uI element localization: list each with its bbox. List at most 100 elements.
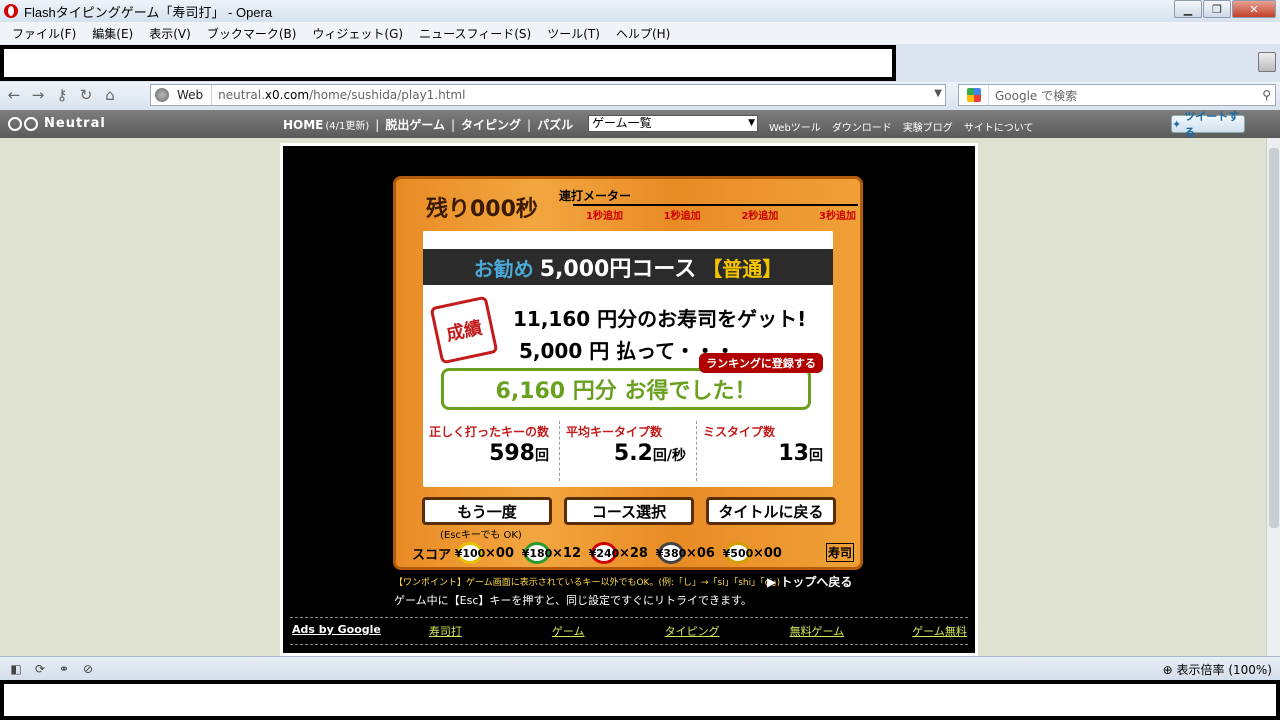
scrollbar[interactable] [1266,138,1280,656]
score-label: スコア [412,547,452,563]
link-about[interactable]: サイトについて [964,119,1034,134]
url-path: /home/sushida/play1.html [309,88,466,102]
site-nav: HOME (4/1更新) | 脱出ゲーム | タイピング | パズル [283,116,573,133]
url-prefix: neutral. [218,88,265,102]
url-text[interactable]: neutral.x0.com/home/sushida/play1.html [212,88,465,102]
menu-bookmarks[interactable]: ブックマーク(B) [207,25,297,42]
search-input[interactable]: Google で検索 [989,87,1077,104]
logo-circle-icon [8,116,22,131]
link-blog[interactable]: 実験ブログ [903,119,953,134]
ad-link[interactable]: タイピング [665,623,720,639]
ad-link[interactable]: 寿司打 [429,623,462,639]
link-webtools[interactable]: Webツール [769,119,821,134]
game-result-panel: 残り000秒 連打メーター 1秒追加 1秒追加 2秒追加 3秒追加 お勧め 5,… [393,176,863,570]
menu-help[interactable]: ヘルプ(H) [616,25,670,42]
tab-bar-area [0,45,896,81]
forward-icon[interactable]: → [28,86,48,104]
meter-title: 連打メーター [559,189,632,203]
key-icon[interactable]: ⚷ [52,86,72,104]
retry-note: ゲーム中に【Esc】キーを押すと、同じ設定ですぐにリトライできます。 [394,594,752,607]
menu-tools[interactable]: ツール(T) [547,25,600,42]
menu-edit[interactable]: 編集(E) [92,25,133,42]
maximize-button[interactable]: ❐ [1203,0,1231,18]
stat-miss-count: ミスタイプ数 13回 [696,421,833,481]
panel-toggle-icon[interactable]: ◧ [8,662,24,676]
back-to-top-link[interactable]: ▶ トップへ戻る [767,573,852,590]
logo-circle-icon [24,116,38,131]
zoom-level[interactable]: ⊕ 表示倍率 (100%) [1163,661,1272,678]
nav-home[interactable]: HOME [283,118,323,132]
meter-mark: 2秒追加 [741,211,779,222]
plate-240: ¥240 ×28 [589,542,648,564]
nav-separator: | [527,117,532,132]
tweet-label: ツイートする [1184,110,1240,139]
minimize-button[interactable]: ▁ [1174,0,1202,18]
share-icon[interactable]: ⚭ [56,662,72,676]
meter-mark: 1秒追加 [586,211,623,222]
trash-icon[interactable] [1258,52,1276,72]
back-icon[interactable]: ← [4,86,24,104]
ads-title[interactable]: Ads by Google [292,623,381,639]
scroll-thumb[interactable] [1269,148,1279,528]
course-select-button[interactable]: コース選択 [564,497,694,525]
back-to-title-button[interactable]: タイトルに戻る [706,497,836,525]
block-icon[interactable]: ⊘ [80,662,96,676]
meter-marks: 1秒追加 1秒追加 2秒追加 3秒追加 [586,207,856,222]
site-header: Neutral HOME (4/1更新) | 脱出ゲーム | タイピング | パ… [0,110,1280,139]
zoom-icon: ⊕ [1162,663,1177,677]
ad-link[interactable]: 無料ゲーム [790,623,845,639]
menu-feeds[interactable]: ニュースフィード(S) [419,25,531,42]
close-button[interactable]: ✕ [1232,0,1276,18]
address-toolbar: ← → ⚷ ↻ ⌂ Web neutral.x0.com/home/sushid… [0,82,1280,108]
site-logo[interactable]: Neutral [8,116,106,131]
nav-typing[interactable]: タイピング [461,116,521,133]
earned-text: 11,160 円分のお寿司をゲット! [513,307,807,331]
menu-view[interactable]: 表示(V) [149,25,191,42]
nav-puzzle[interactable]: パズル [537,116,573,133]
stat-value: 5.2回/秒 [614,441,686,466]
stat-unit: 回 [809,448,823,464]
stat-label: 平均キータイプ数 [566,425,663,439]
url-host: x0.com [264,88,310,102]
plate-380: ¥380 ×06 [656,542,715,564]
search-icon[interactable]: ⚲ [1262,88,1271,102]
retry-button[interactable]: もう一度 [422,497,552,525]
ad-link[interactable]: ゲーム無料 [912,623,967,639]
result-sheet: お勧め 5,000円コース 【普通】 成績 11,160 円分のお寿司をゲット!… [423,231,833,487]
chevron-down-icon[interactable]: ▼ [934,88,942,99]
home-icon[interactable]: ⌂ [100,86,120,104]
plate-icon: ¥180 [522,542,552,564]
game-list-select[interactable]: ゲーム一覧 [588,115,758,132]
plate-icon: ¥100 [455,542,485,564]
saved-amount: 6,160 円分 お得でした！ [441,368,811,410]
meter-mark: 1秒追加 [663,211,701,222]
tweet-button[interactable]: ✦ ツイートする [1171,110,1245,139]
address-field[interactable]: Web neutral.x0.com/home/sushida/play1.ht… [150,84,946,106]
menu-file[interactable]: ファイル(F) [12,25,76,42]
stat-correct-keys: 正しく打ったキーの数 598回 [423,421,559,481]
stat-label: ミスタイプ数 [703,425,776,439]
plate-count: ×12 [552,545,581,561]
nav-separator: | [450,117,456,132]
ads-divider [290,644,968,645]
meter-line [573,204,858,206]
link-download[interactable]: ダウンロード [832,119,892,134]
window-title: Flashタイピングゲーム「寿司打」 - Opera [24,4,273,20]
reload-icon[interactable]: ↻ [76,86,96,104]
web-badge-label: Web [177,88,204,102]
search-engine-selector[interactable] [959,85,989,105]
stats-row: 正しく打ったキーの数 598回 平均キータイプ数 5.2回/秒 ミスタイプ数 1… [423,421,833,481]
nav-escape[interactable]: 脱出ゲーム [385,116,445,133]
plate-count: ×00 [485,545,514,561]
title-bar: Flashタイピングゲーム「寿司打」 - Opera ▁ ❐ ✕ [0,0,1280,22]
web-badge[interactable]: Web [151,85,213,105]
menu-widgets[interactable]: ウィジェット(G) [312,25,403,42]
ad-link[interactable]: ゲーム [552,623,585,639]
course-price: 5,000円コース [539,257,697,282]
plate-500: ¥500 ×00 [723,542,782,564]
window-controls: ▁ ❐ ✕ [1173,0,1276,18]
plate-100: ¥100 ×00 [455,542,514,564]
ranking-register-button[interactable]: ランキングに登録する [699,353,823,373]
sync-icon[interactable]: ⟳ [32,662,48,676]
search-field[interactable]: Google で検索 ⚲ [958,84,1276,106]
